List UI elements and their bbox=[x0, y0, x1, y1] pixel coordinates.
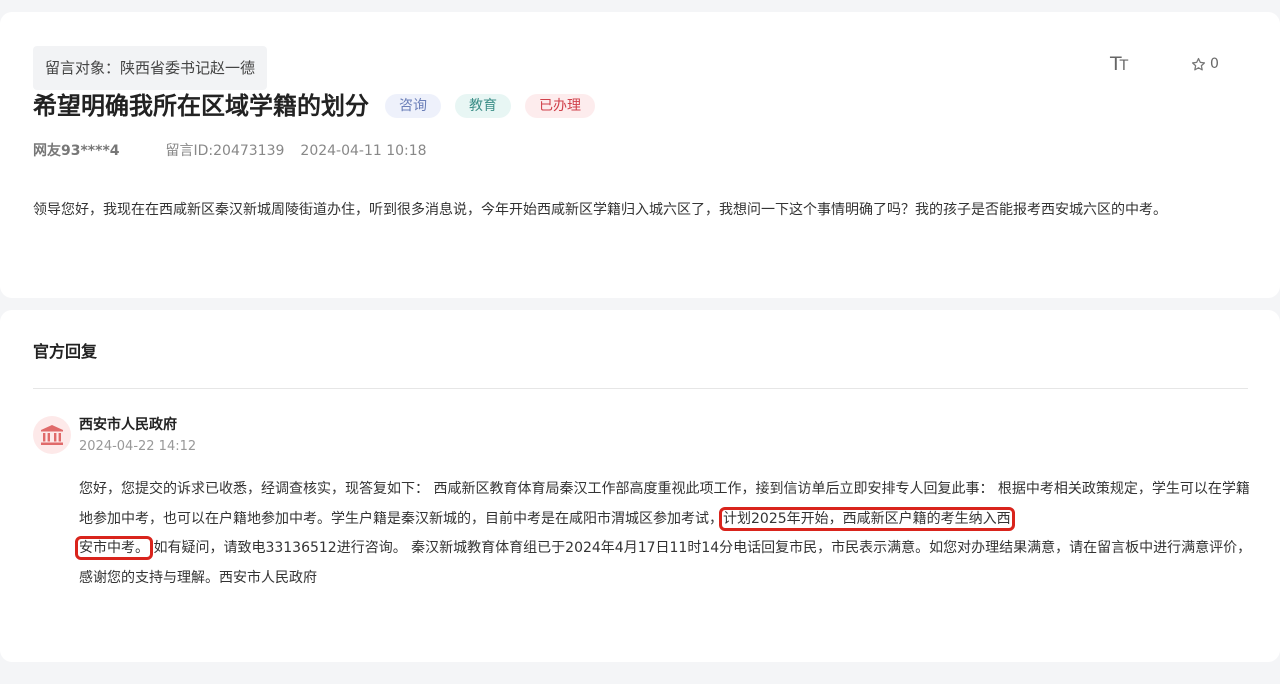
page-title: 希望明确我所在区域学籍的划分 bbox=[33, 92, 369, 120]
section-title: 官方回复 bbox=[33, 342, 98, 361]
official-reply-card: 官方回复 西安市人民政府 2024-04-22 14:12 您好，您提交的诉求已… bbox=[0, 310, 1280, 662]
message-meta: 网友93****4 留言ID:20473139 2024-04-11 10:18 bbox=[33, 140, 427, 162]
reply-org-name: 西安市人民政府 bbox=[79, 417, 177, 433]
reply-text-after: 如有疑问，请致电33136512进行咨询。 秦汉新城教育体育组已于2024年4月… bbox=[79, 540, 1252, 586]
favorite-count: 0 bbox=[1210, 56, 1219, 72]
avatar bbox=[33, 416, 71, 454]
reply-body: 您好，您提交的诉求已收悉，经调查核实，现答复如下： 西咸新区教育体育局秦汉工作部… bbox=[75, 475, 1255, 593]
reply-text-before: 您好，您提交的诉求已收悉，经调查核实，现答复如下： 西咸新区教育体育局秦汉工作部… bbox=[79, 481, 1250, 527]
status-badge: 已办理 bbox=[525, 94, 595, 118]
message-card: 留言对象：陕西省委书记赵一德 TT 0 希望明确我所在区域学籍的划分 咨询 教育… bbox=[0, 12, 1280, 298]
reply-date: 2024-04-22 14:12 bbox=[79, 439, 197, 454]
highlight-box: 计划2025年开始，西咸新区户籍的考生纳入西 bbox=[719, 506, 1015, 531]
message-target-tag: 留言对象：陕西省委书记赵一德 bbox=[33, 46, 268, 90]
message-body: 领导您好，我现在在西咸新区秦汉新城周陵街道办住，听到很多消息说，今年开始西咸新区… bbox=[33, 202, 1167, 218]
author-name: 网友93****4 bbox=[33, 143, 120, 159]
highlight-box: 安市中考。 bbox=[75, 536, 153, 560]
category-badge: 咨询 bbox=[385, 94, 441, 118]
title-row: 希望明确我所在区域学籍的划分 咨询 教育 已办理 bbox=[33, 88, 595, 124]
favorite-button[interactable]: 0 bbox=[1191, 54, 1219, 74]
message-id: 留言ID:20473139 bbox=[165, 143, 285, 159]
star-icon bbox=[1191, 57, 1206, 71]
message-date: 2024-04-11 10:18 bbox=[300, 143, 427, 159]
topic-badge: 教育 bbox=[455, 94, 511, 118]
divider bbox=[33, 388, 1248, 389]
font-size-icon[interactable]: TT bbox=[1110, 52, 1128, 78]
government-building-icon bbox=[41, 425, 63, 445]
